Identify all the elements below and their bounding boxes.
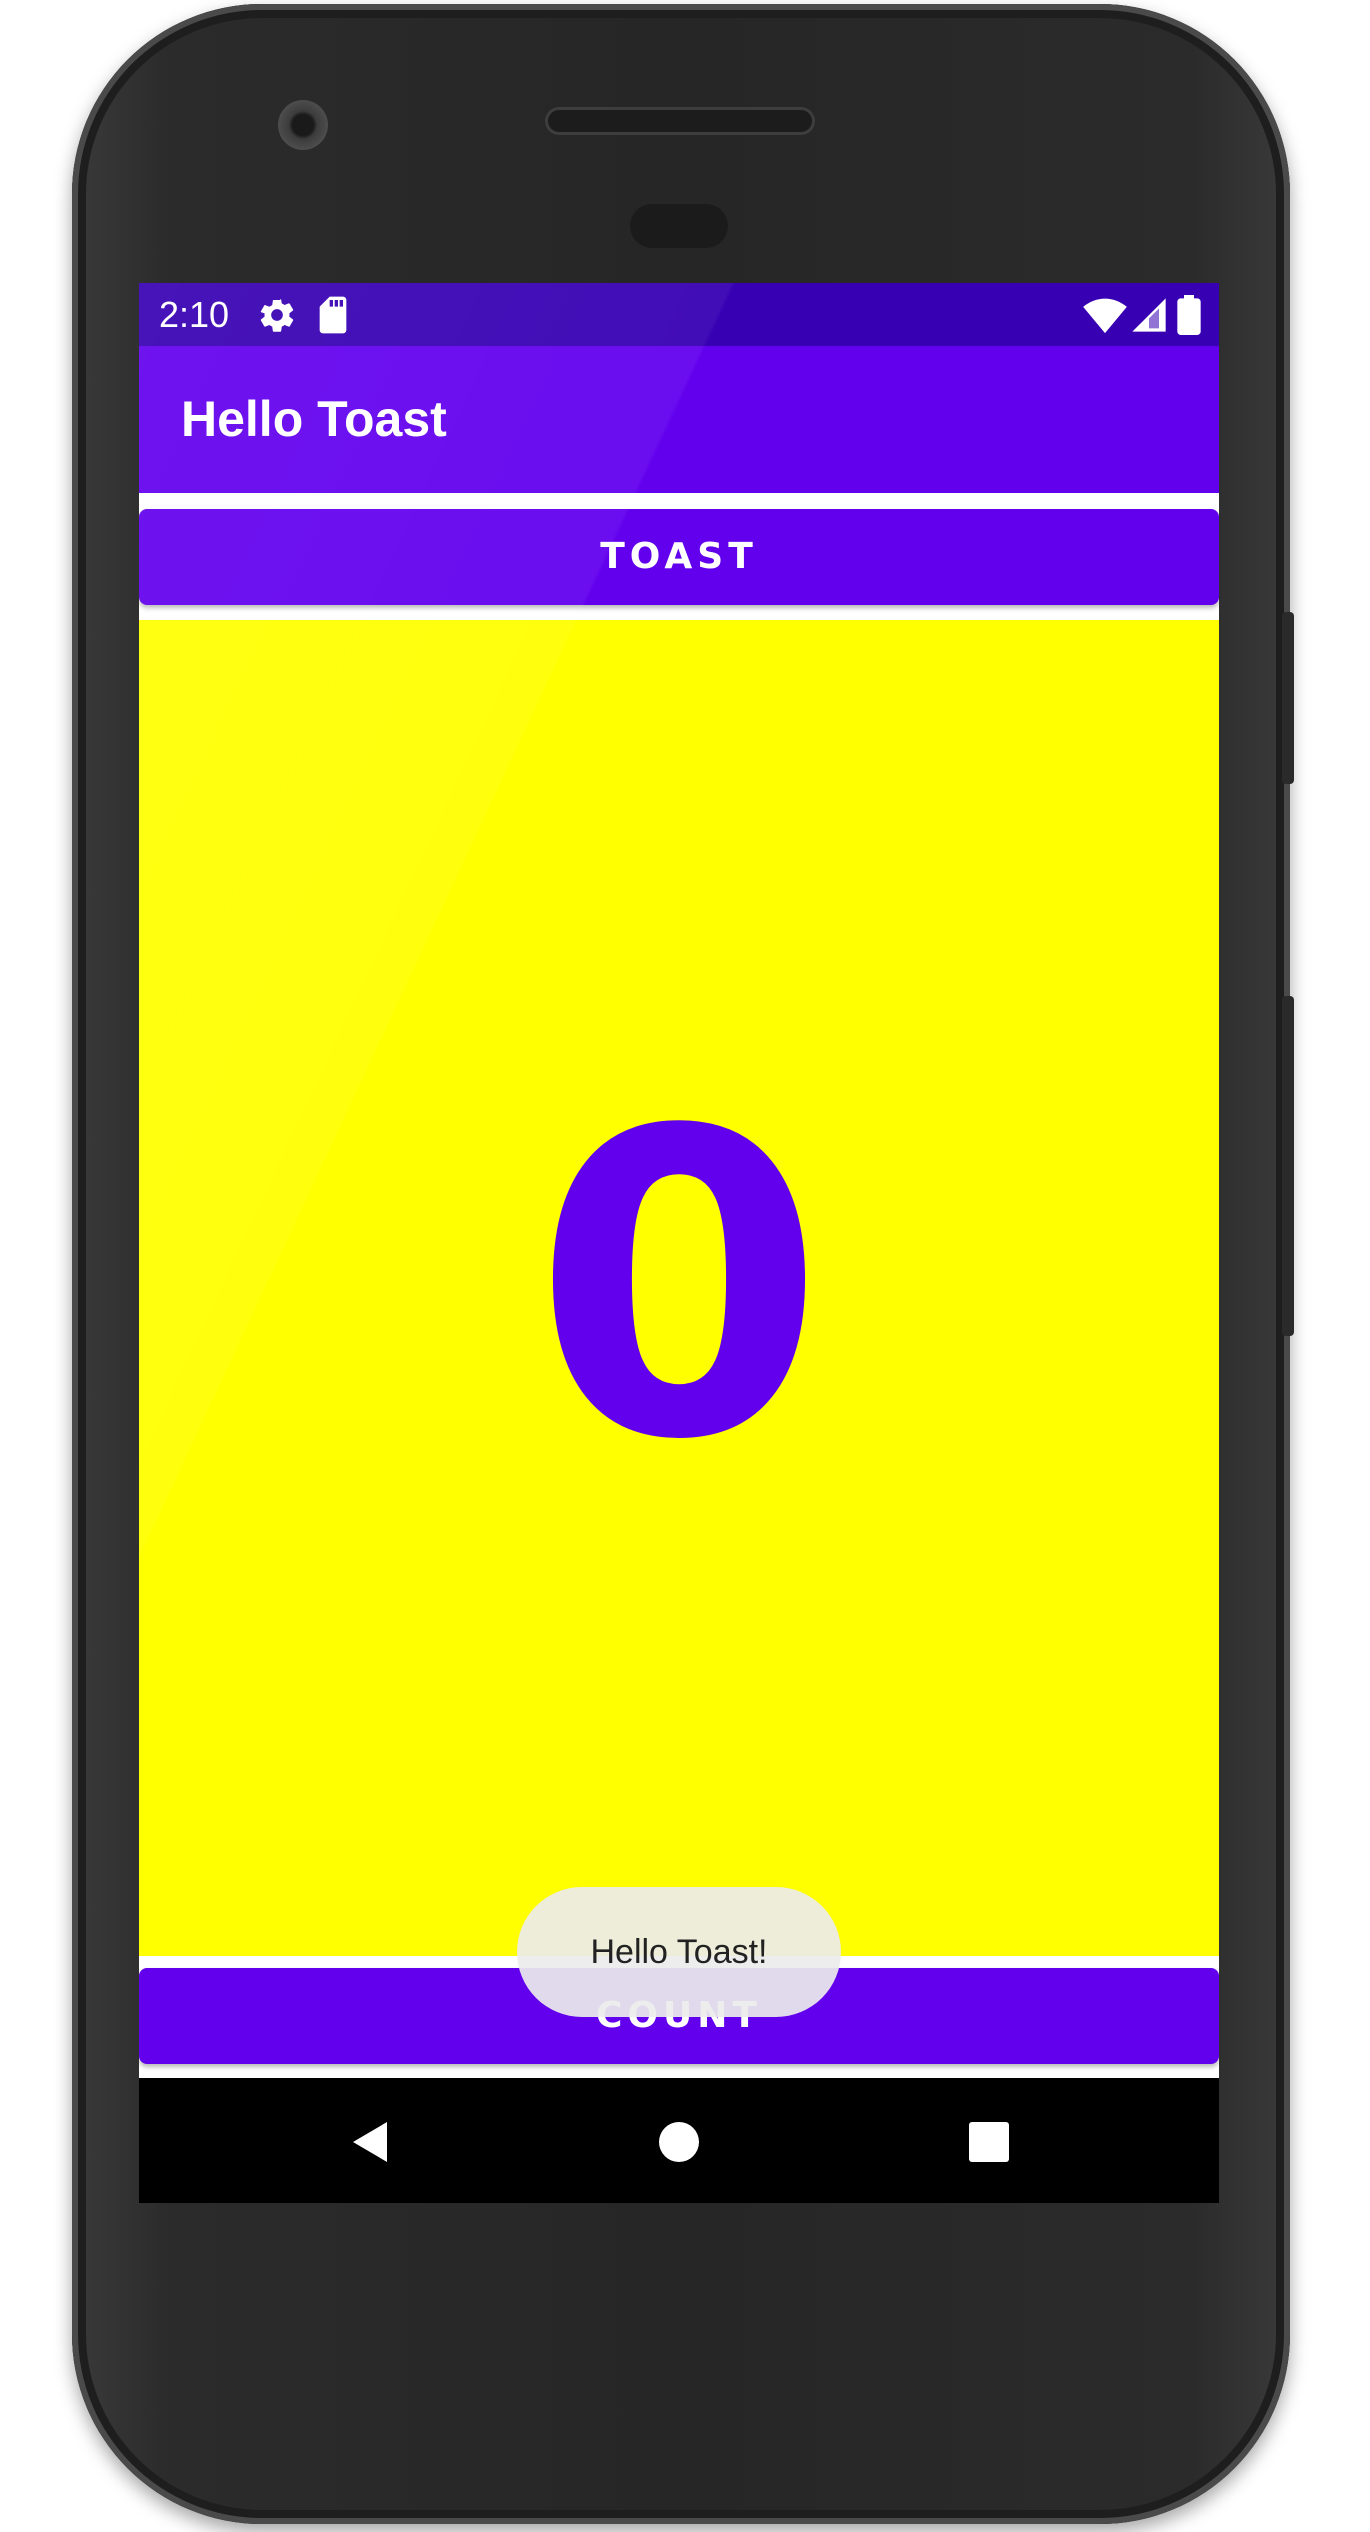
sd-card-icon [319, 296, 347, 334]
toast-button[interactable]: TOAST [139, 509, 1219, 605]
recents-icon[interactable] [957, 2110, 1021, 2174]
device-scene: 2:10 Hello Toast TOAST 0 Hello Toast! [0, 0, 1370, 2532]
app-bar: Hello Toast [139, 346, 1219, 493]
count-value: 0 [532, 1043, 826, 1532]
status-bar: 2:10 [139, 283, 1219, 346]
home-icon[interactable] [647, 2110, 711, 2174]
volume-button [1282, 996, 1294, 1336]
wifi-icon [1083, 298, 1127, 334]
navigation-bar [139, 2078, 1219, 2203]
earpiece-speaker [548, 110, 812, 132]
status-time: 2:10 [159, 294, 230, 335]
cell-signal-icon [1132, 298, 1166, 332]
toast-message: Hello Toast! [517, 1887, 841, 2017]
screen: 2:10 Hello Toast TOAST 0 Hello Toast! [139, 283, 1219, 2203]
front-camera [278, 100, 328, 150]
battery-icon [1177, 295, 1201, 335]
power-button [1282, 612, 1294, 784]
back-icon[interactable] [339, 2110, 403, 2174]
proximity-sensor [630, 204, 728, 248]
app-title: Hello Toast [181, 391, 447, 447]
count-panel: 0 [139, 620, 1219, 1956]
gear-icon [260, 299, 294, 332]
